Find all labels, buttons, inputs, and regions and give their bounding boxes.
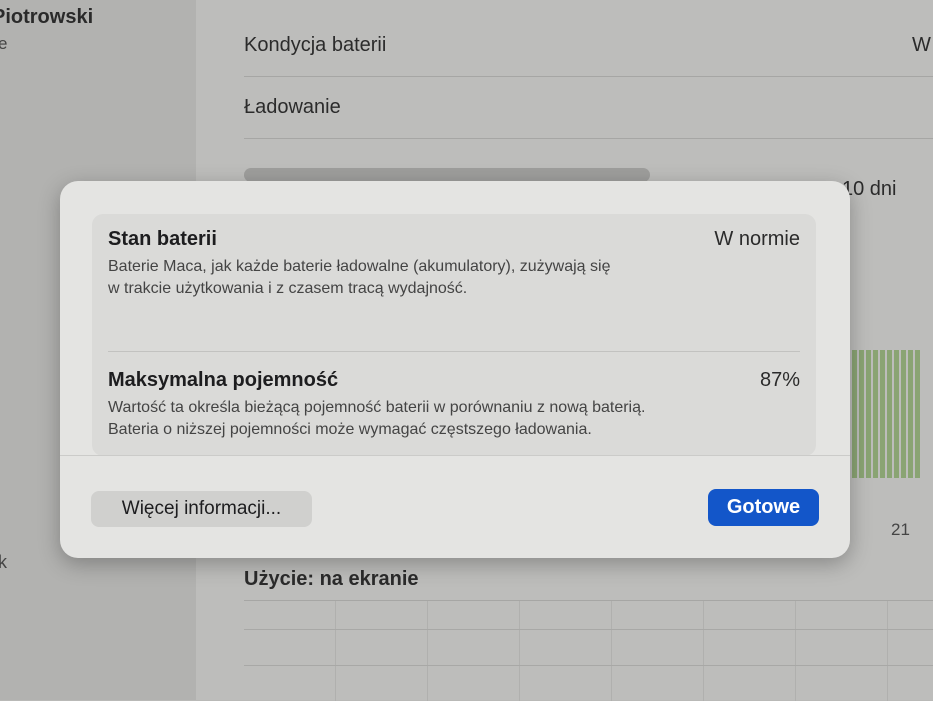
time-range-segmented-control[interactable] <box>244 168 650 182</box>
battery-level-chart-bars <box>852 350 922 478</box>
usage-chart-grid <box>244 600 933 701</box>
max-capacity-value: 87% <box>759 369 800 391</box>
segment-10-days[interactable]: 10 dni <box>842 178 897 201</box>
battery-health-row-value: W <box>912 34 931 56</box>
row-divider <box>244 76 933 77</box>
battery-status-value: W normie <box>714 228 800 250</box>
max-capacity-description-line: Wartość ta określa bieżącą pojemność bat… <box>108 399 646 416</box>
max-capacity-title: Maksymalna pojemność <box>108 369 339 391</box>
battery-status-description-line: Baterie Maca, jak każde baterie ładowaln… <box>108 258 611 275</box>
card-divider <box>108 351 800 352</box>
battery-status-description: Baterie Maca, jak każde baterie ładowaln… <box>108 256 748 300</box>
charging-row-label: Ładowanie <box>244 96 341 118</box>
battery-info-card: Stan baterii W normie Baterie Maca, jak … <box>92 214 816 456</box>
done-button[interactable]: Gotowe <box>708 489 819 526</box>
max-capacity-description-line: Bateria o niższej pojemności może wymaga… <box>108 421 592 438</box>
more-info-button[interactable]: Więcej informacji... <box>91 491 312 527</box>
usage-section-title: Użycie: na ekranie <box>244 568 419 590</box>
battery-health-dialog: Stan baterii W normie Baterie Maca, jak … <box>60 181 850 558</box>
battery-health-row-label: Kondycja baterii <box>244 34 387 56</box>
battery-status-title: Stan baterii <box>108 228 217 250</box>
battery-status-description-line: w trakcie użytkowania i z czasem tracą w… <box>108 280 468 297</box>
dialog-divider <box>60 455 850 456</box>
chart-x-tick-label: 21 <box>891 520 910 539</box>
sidebar-item-partial[interactable]: k <box>0 552 7 573</box>
sidebar-user-subtitle: e <box>0 34 8 53</box>
row-divider <box>244 138 933 139</box>
max-capacity-description: Wartość ta określa bieżącą pojemność bat… <box>108 397 748 441</box>
battery-status-item: Stan baterii W normie Baterie Maca, jak … <box>108 228 800 300</box>
max-capacity-item: Maksymalna pojemność 87% Wartość ta okre… <box>108 369 800 441</box>
sidebar-user-name[interactable]: Piotrowski <box>0 6 93 29</box>
